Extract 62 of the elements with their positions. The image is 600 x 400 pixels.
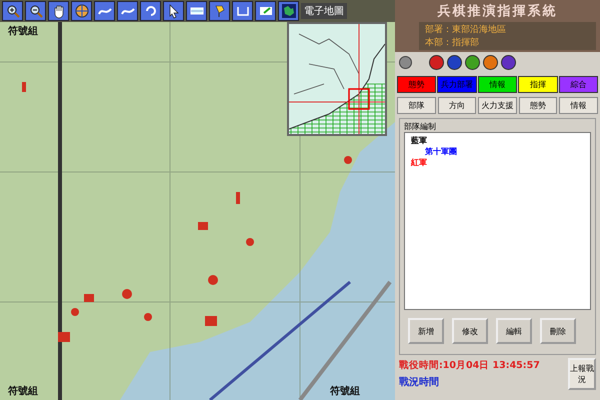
- map-label: 符號組: [8, 384, 38, 398]
- map-label: 符號組: [8, 24, 38, 38]
- unit-marker: [58, 332, 70, 342]
- curve-tool[interactable]: [117, 1, 138, 21]
- unit-marker: [236, 192, 240, 204]
- action-button[interactable]: 情報: [559, 97, 598, 114]
- info-text: 部署：東部沿海地區: [425, 24, 507, 36]
- panel-button[interactable]: 修改: [452, 318, 488, 344]
- status-light[interactable]: [447, 55, 462, 70]
- group-title: 部隊編制: [404, 121, 437, 132]
- status-light[interactable]: [465, 55, 480, 70]
- system-title: 兵棋推演指揮系統: [436, 2, 558, 20]
- magnifier-plus-icon: [4, 3, 20, 19]
- layers-tool[interactable]: [186, 1, 207, 21]
- action-button[interactable]: 火力支援: [478, 97, 517, 114]
- knob-icon[interactable]: [399, 56, 412, 69]
- magnifier-minus-icon: [28, 3, 44, 19]
- panel-button[interactable]: 編輯: [496, 318, 532, 344]
- action-button[interactable]: 方向: [438, 97, 476, 114]
- map-icon: [280, 3, 296, 19]
- unit-marker: [246, 238, 254, 246]
- bracket-tool[interactable]: [232, 1, 253, 21]
- rotate-tool[interactable]: [140, 1, 161, 21]
- curve-tool[interactable]: [94, 1, 115, 21]
- unit-marker: [205, 316, 217, 326]
- status-text: 戰況時間: [399, 376, 440, 389]
- unit-marker: [198, 222, 208, 230]
- magnifier-minus-tool[interactable]: [25, 1, 46, 21]
- info-text: 本部：指揮部: [425, 36, 480, 49]
- note-tool[interactable]: [255, 1, 276, 21]
- map-tool[interactable]: [278, 1, 299, 21]
- globe-icon: [74, 3, 90, 19]
- unit-marker: [208, 275, 218, 285]
- tree-item[interactable]: 藍軍: [411, 136, 427, 145]
- globe-tool[interactable]: [71, 1, 92, 21]
- map-label: 符號組: [330, 384, 360, 398]
- status-light[interactable]: [429, 55, 444, 70]
- panel-button[interactable]: 新增: [408, 318, 444, 344]
- mode-tab[interactable]: 指揮: [518, 76, 558, 93]
- magnifier-plus-tool[interactable]: [2, 1, 23, 21]
- unit-marker: [344, 156, 352, 164]
- minimap-label: 電子地圖: [301, 3, 347, 19]
- mode-tab[interactable]: 態勢: [397, 76, 436, 93]
- unit-marker: [122, 289, 132, 299]
- tree-item[interactable]: 第十軍團: [425, 147, 457, 156]
- unit-marker: [144, 313, 152, 321]
- pin-tool[interactable]: [209, 1, 230, 21]
- tree-item[interactable]: 紅軍: [411, 158, 427, 167]
- panel-button[interactable]: 刪除: [540, 318, 576, 344]
- report-button[interactable]: 上報戰況: [568, 358, 596, 390]
- unit-marker: [71, 308, 79, 316]
- unit-marker: [84, 294, 94, 302]
- mode-tab[interactable]: 情報: [478, 76, 518, 93]
- action-button[interactable]: 部隊: [397, 97, 436, 114]
- status-light[interactable]: [501, 55, 516, 70]
- hand-tool[interactable]: [48, 1, 69, 21]
- action-button[interactable]: 態勢: [518, 97, 558, 114]
- battle-time: 戰役時間:10月04日 13:45:57: [399, 359, 541, 372]
- unit-marker: [22, 82, 26, 92]
- pointer-tool[interactable]: [163, 1, 184, 21]
- mode-tab[interactable]: 綜合: [558, 76, 598, 93]
- status-light[interactable]: [483, 55, 498, 70]
